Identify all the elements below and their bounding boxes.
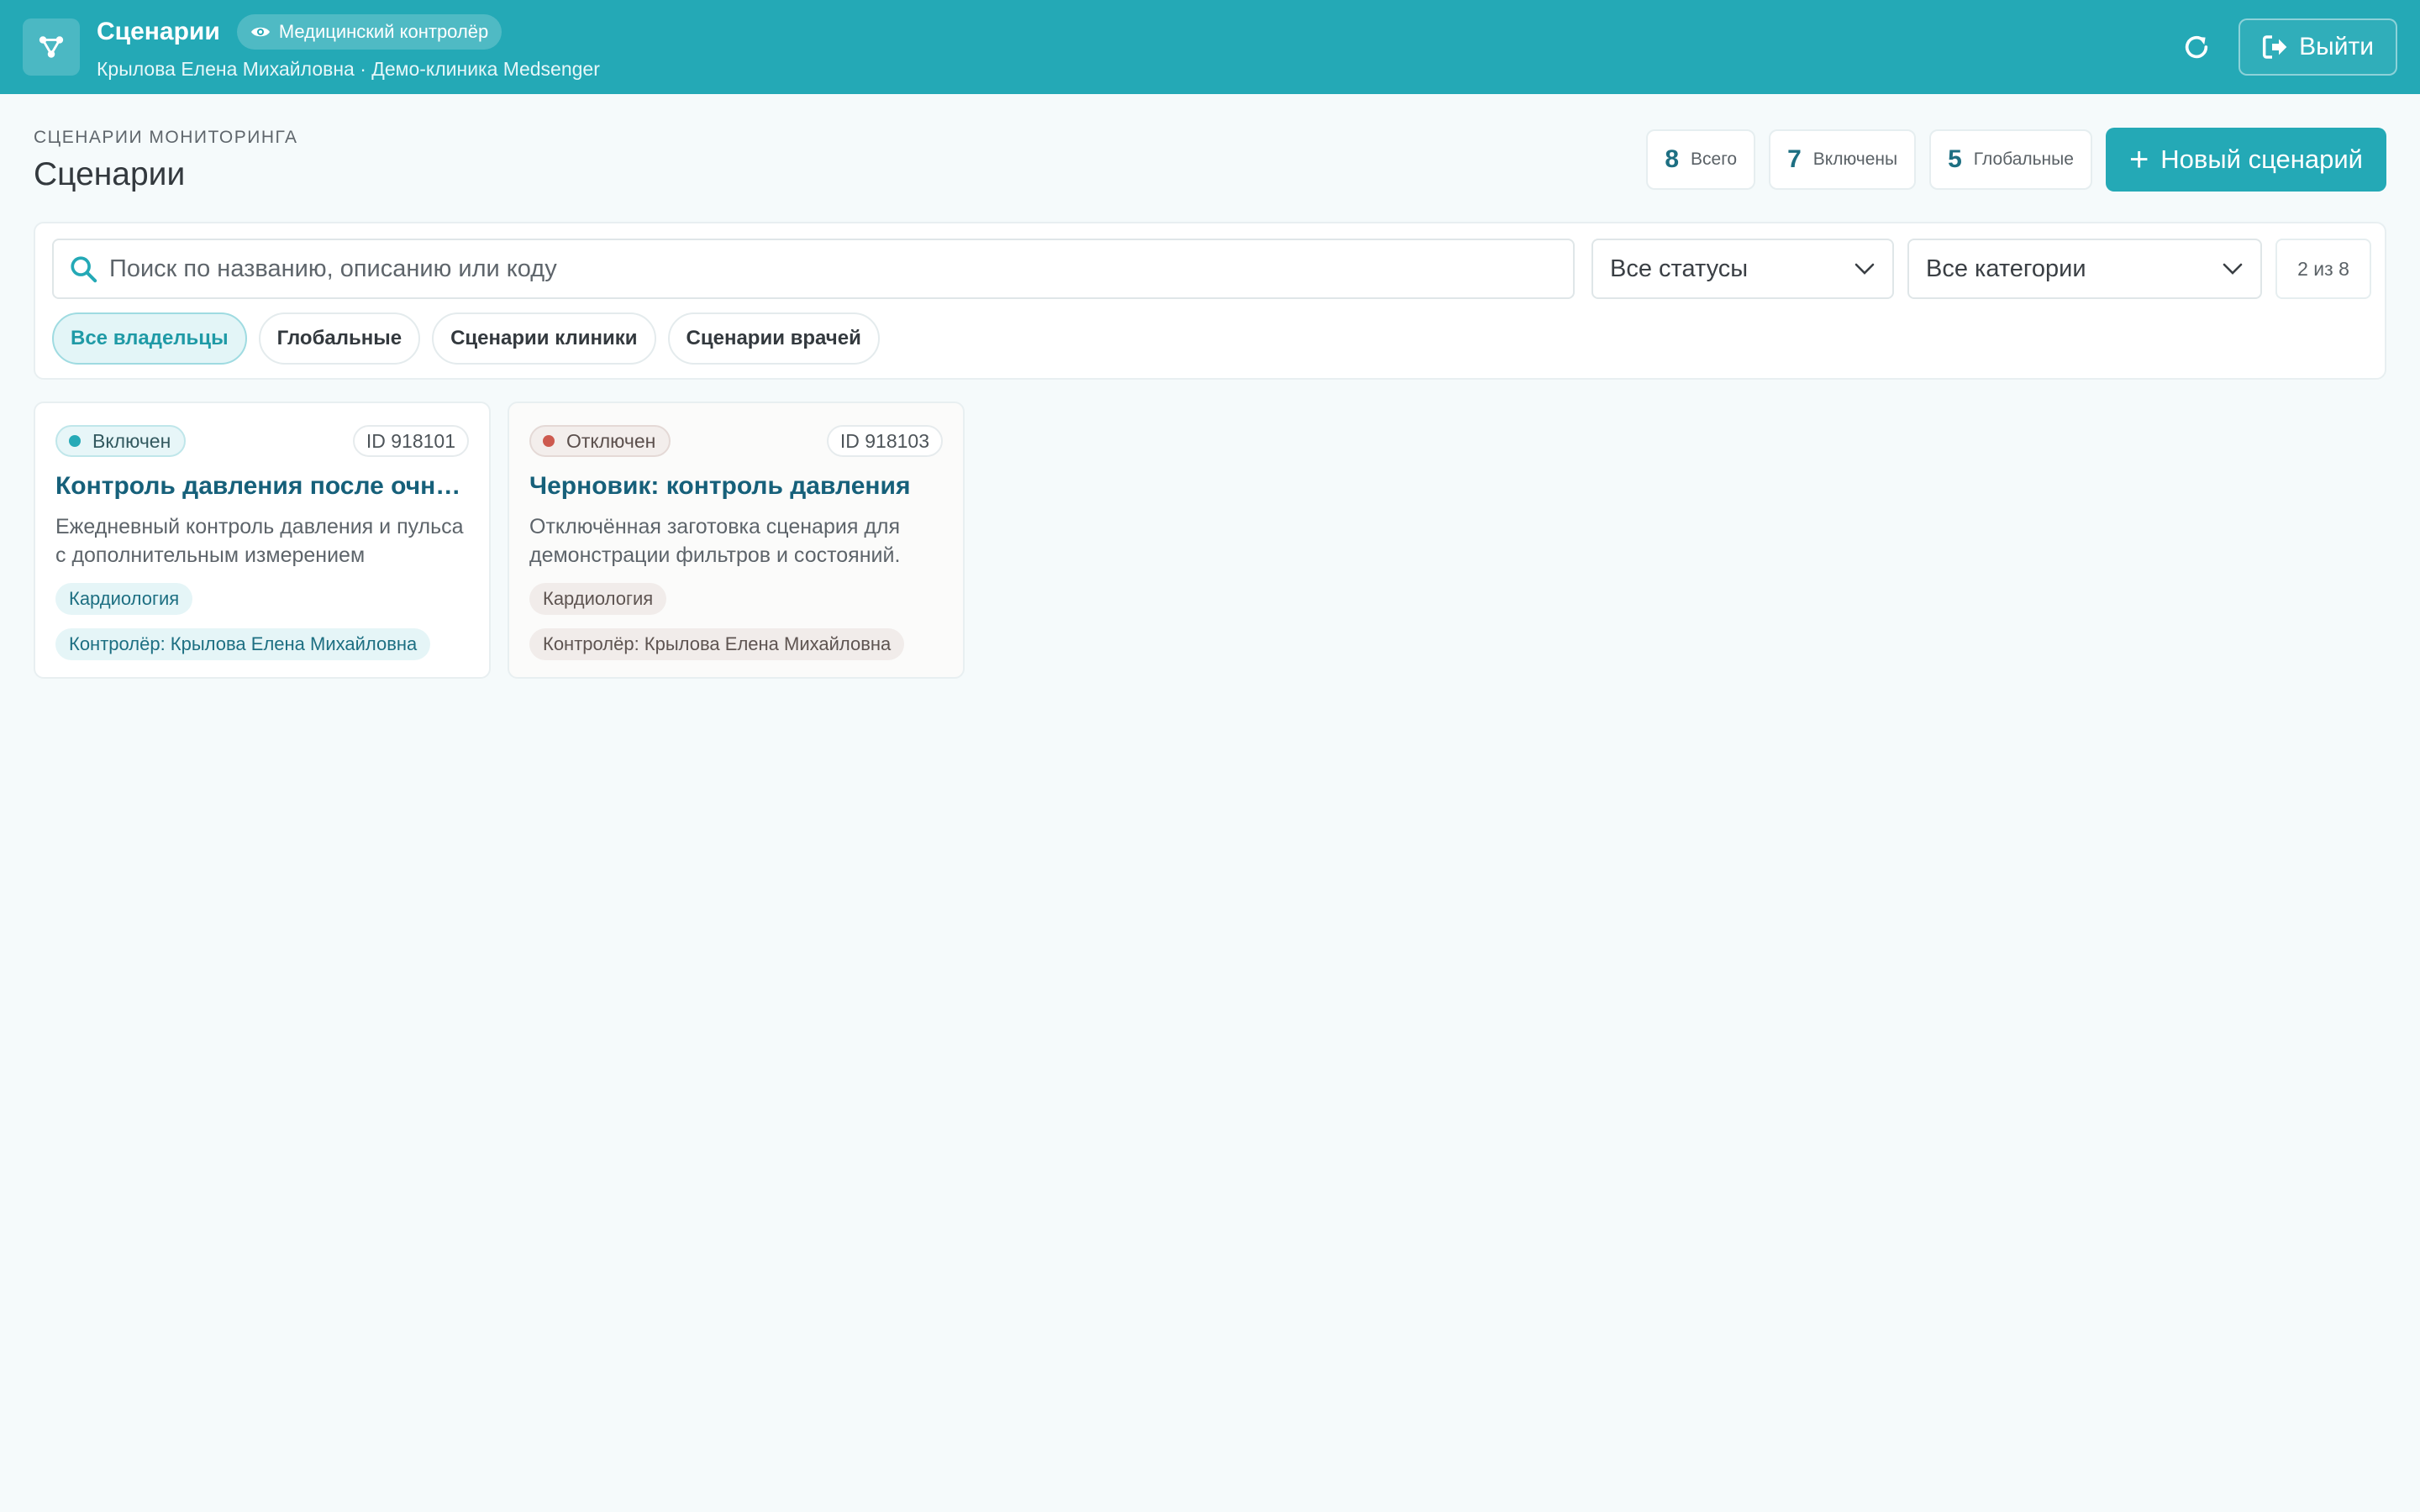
stat-global-label: Глобальные bbox=[1973, 150, 2074, 169]
role-badge: Медицинский контролёр bbox=[236, 13, 502, 50]
refresh-button[interactable] bbox=[2168, 18, 2225, 76]
chip-doctors[interactable]: Сценарии врачей bbox=[667, 312, 880, 365]
search-icon bbox=[71, 256, 97, 283]
status-dot-icon bbox=[543, 435, 555, 447]
scenario-logo-icon[interactable] bbox=[23, 18, 80, 76]
chevron-down-icon bbox=[1854, 263, 1875, 275]
scenario-id: ID 918101 bbox=[352, 425, 469, 457]
stat-enabled-count: 7 bbox=[1787, 145, 1802, 173]
chevron-down-icon bbox=[2223, 263, 2243, 275]
filter-panel: Все статусы Все категории 2 из 8 Все вла… bbox=[34, 222, 2386, 380]
logout-button[interactable]: Выйти bbox=[2238, 18, 2397, 76]
status-dot-icon bbox=[69, 435, 81, 447]
stat-enabled: 7 Включены bbox=[1769, 129, 1917, 190]
stat-total-count: 8 bbox=[1665, 145, 1680, 173]
status-label: Включен bbox=[92, 429, 171, 452]
scenario-title[interactable]: Контроль давления после очного приема bbox=[55, 472, 469, 501]
search-input[interactable] bbox=[109, 255, 1538, 283]
result-count: 2 из 8 bbox=[2275, 239, 2371, 299]
category-select[interactable]: Все категории bbox=[1907, 239, 2262, 299]
page-title: Сценарии bbox=[34, 156, 186, 192]
stat-enabled-label: Включены bbox=[1812, 150, 1898, 169]
status-badge: Отключен bbox=[529, 425, 671, 457]
status-badge: Включен bbox=[55, 425, 187, 457]
scenario-title[interactable]: Черновик: контроль давления bbox=[529, 472, 943, 501]
stats-bar: 8 Всего 7 Включены 5 Глобальные + Новый … bbox=[1646, 128, 2386, 192]
logout-icon bbox=[2263, 35, 2287, 59]
chip-all-owners[interactable]: Все владельцы bbox=[52, 312, 247, 365]
chip-global[interactable]: Глобальные bbox=[258, 312, 421, 365]
scenario-card[interactable]: Отключен ID 918103 Черновик: контроль да… bbox=[508, 402, 965, 679]
scenario-description: Отключённая заготовка сценария для демон… bbox=[529, 515, 901, 567]
status-select-value: Все статусы bbox=[1610, 255, 1749, 282]
category-select-value: Все категории bbox=[1926, 255, 2086, 282]
page-heading: СЦЕНАРИИ МОНИТОРИНГА Сценарии bbox=[34, 128, 297, 193]
status-label: Отключен bbox=[566, 429, 656, 452]
header-actions: Выйти bbox=[2168, 18, 2397, 76]
scenario-card[interactable]: Включен ID 918101 Контроль давления посл… bbox=[34, 402, 491, 679]
stat-global-count: 5 bbox=[1948, 145, 1962, 173]
stat-global: 5 Глобальные bbox=[1929, 129, 2092, 190]
header-text: Сценарии Медицинский контролёр Крылова Е… bbox=[97, 13, 600, 81]
new-scenario-button[interactable]: + Новый сценарий bbox=[2105, 128, 2386, 192]
stat-total-label: Всего bbox=[1691, 150, 1738, 169]
refresh-icon bbox=[2186, 35, 2208, 59]
app-title: Сценарии bbox=[97, 17, 220, 45]
owner-filter-chips: Все владельцы Глобальные Сценарии клиник… bbox=[52, 312, 892, 365]
controller-tag: Контролёр: Крылова Елена Михайловна bbox=[529, 628, 905, 660]
scenario-description: Ежедневный контроль давления и пульса с … bbox=[55, 515, 464, 567]
chip-clinic[interactable]: Сценарии клиники bbox=[432, 312, 656, 365]
plus-icon: + bbox=[2128, 141, 2149, 178]
role-label: Медицинский контролёр bbox=[278, 20, 489, 42]
status-select[interactable]: Все статусы bbox=[1591, 239, 1894, 299]
scenario-id: ID 918103 bbox=[826, 425, 943, 457]
user-info: Крылова Елена Михайловна · Демо-клиника … bbox=[97, 57, 600, 80]
stat-total: 8 Всего bbox=[1646, 129, 1756, 190]
eye-icon bbox=[250, 27, 270, 36]
controller-tag: Контролёр: Крылова Елена Михайловна bbox=[55, 628, 431, 660]
top-bar: Сценарии Медицинский контролёр Крылова Е… bbox=[0, 0, 2420, 94]
new-scenario-label: Новый сценарий bbox=[2160, 144, 2363, 174]
category-tag: Кардиология bbox=[55, 583, 193, 615]
search-box[interactable] bbox=[52, 239, 1575, 299]
category-tag: Кардиология bbox=[529, 583, 667, 615]
logout-label: Выйти bbox=[2299, 33, 2374, 60]
page-eyebrow: СЦЕНАРИИ МОНИТОРИНГА bbox=[34, 128, 298, 147]
